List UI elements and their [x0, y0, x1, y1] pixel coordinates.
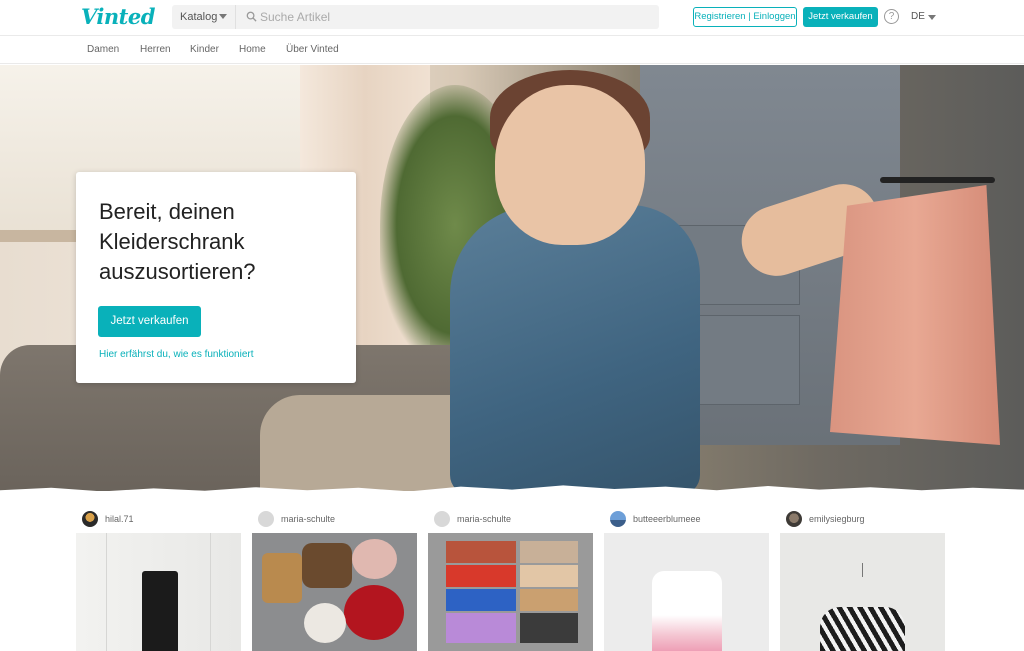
sell-now-button[interactable]: Jetzt verkaufen: [803, 7, 878, 27]
nav-item-kinder[interactable]: Kinder: [190, 44, 219, 55]
vinted-logo[interactable]: Vinted: [81, 4, 155, 29]
avatar[interactable]: [610, 511, 626, 527]
feed-item[interactable]: hilal.71: [76, 510, 241, 651]
username[interactable]: hilal.71: [105, 514, 134, 524]
item-photo[interactable]: [252, 533, 417, 651]
item-photo[interactable]: [76, 533, 241, 651]
how-it-works-link[interactable]: Hier erfährst du, wie es funktioniert: [99, 349, 254, 360]
username[interactable]: maria-schulte: [457, 514, 511, 524]
feed-item[interactable]: butteeerblumeee: [604, 510, 769, 651]
nav-item-damen[interactable]: Damen: [87, 44, 119, 55]
catalog-dropdown[interactable]: Katalog: [172, 5, 236, 29]
category-nav: Damen Herren Kinder Home Über Vinted: [0, 36, 1024, 64]
avatar[interactable]: [434, 511, 450, 527]
hero-title: Bereit, deinen Kleiderschrank auszusorti…: [99, 199, 256, 284]
item-photo[interactable]: [604, 533, 769, 651]
username[interactable]: emilysiegburg: [809, 514, 865, 524]
language-selector[interactable]: DE: [911, 11, 925, 22]
feed-item[interactable]: maria-schulte: [428, 510, 593, 651]
hero-card: Bereit, deinen Kleiderschrank auszusorti…: [76, 172, 356, 383]
chevron-down-icon: [219, 14, 227, 19]
avatar[interactable]: [82, 511, 98, 527]
hero-sell-button[interactable]: Jetzt verkaufen: [98, 306, 201, 337]
username[interactable]: butteeerblumeee: [633, 514, 701, 524]
search-input[interactable]: [260, 5, 650, 29]
username[interactable]: maria-schulte: [281, 514, 335, 524]
hero-woman-face: [495, 85, 645, 245]
feed-item[interactable]: emilysiegburg: [780, 510, 945, 651]
hero-hanger: [880, 177, 995, 183]
avatar[interactable]: [786, 511, 802, 527]
item-photo[interactable]: [428, 533, 593, 651]
help-icon[interactable]: ?: [884, 9, 899, 24]
avatar[interactable]: [258, 511, 274, 527]
hero-woman-jacket: [450, 205, 700, 491]
nav-item-home[interactable]: Home: [239, 44, 266, 55]
top-header: Vinted Katalog Registrieren | Einloggen …: [0, 0, 1024, 36]
search-icon: [246, 11, 257, 22]
register-login-button[interactable]: Registrieren | Einloggen: [693, 7, 797, 27]
chevron-down-icon: [928, 15, 936, 20]
nav-item-about[interactable]: Über Vinted: [286, 44, 339, 55]
nav-item-herren[interactable]: Herren: [140, 44, 171, 55]
search-bar: Katalog: [172, 5, 659, 29]
item-photo[interactable]: [780, 533, 945, 651]
hero-skirt: [830, 185, 1000, 445]
feed-item[interactable]: maria-schulte: [252, 510, 417, 651]
catalog-label: Katalog: [180, 11, 218, 23]
